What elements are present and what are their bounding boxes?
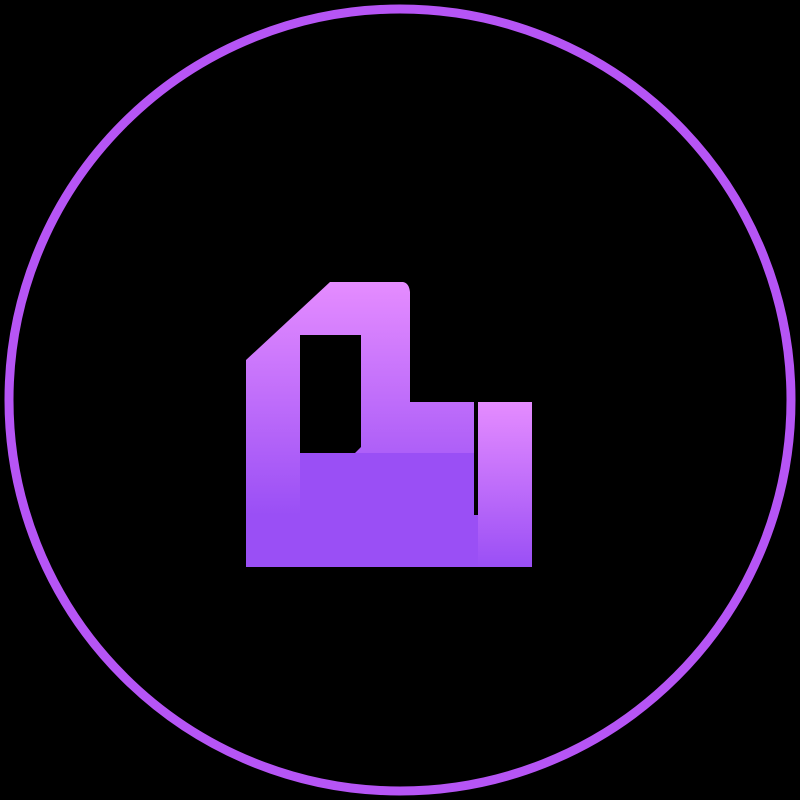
monogram-inner-bar [300,453,474,515]
monogram-base-bar [246,515,478,567]
logo-svg [4,4,796,796]
l-monogram-icon [246,282,532,567]
monogram-right-block [478,402,532,567]
logo-canvas [0,0,800,800]
